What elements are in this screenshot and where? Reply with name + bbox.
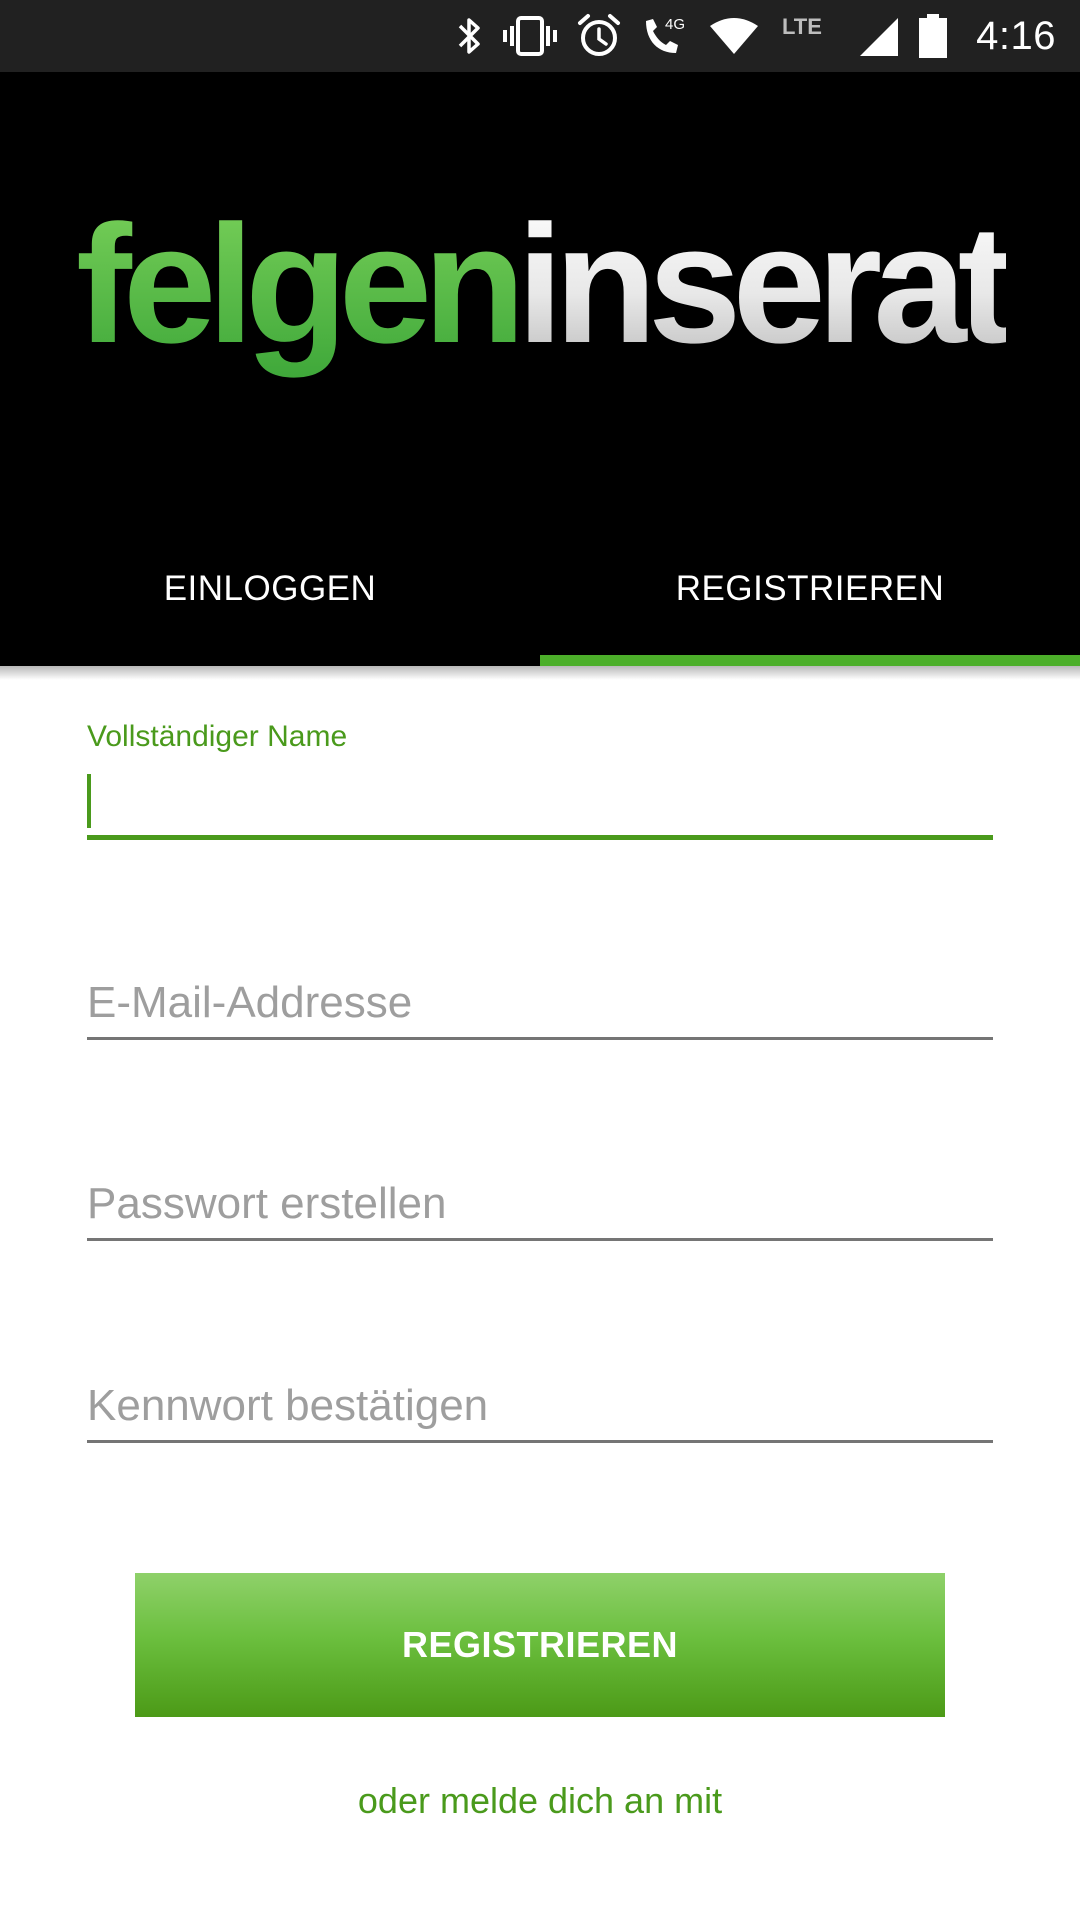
- full-name-field: Vollständiger Name: [87, 720, 993, 840]
- app-header: felgeninserate EINLOGGEN REGISTRIEREN: [0, 72, 1080, 666]
- call-badge: 4G: [665, 16, 685, 33]
- vibrate-icon: [502, 0, 558, 72]
- svg-text:felgeninserate: felgeninserate: [76, 202, 1006, 378]
- confirm-password-field: [87, 1373, 993, 1445]
- alt-login-text: oder melde dich an mit: [357, 1780, 723, 1821]
- status-icons: 4G LTE: [436, 0, 948, 72]
- battery-icon: [918, 0, 948, 72]
- text-caret: [87, 774, 91, 828]
- volte-call-icon: 4G: [640, 0, 690, 72]
- email-underline: [87, 1037, 993, 1040]
- full-name-underline: [87, 835, 993, 840]
- network-badge: LTE: [782, 14, 822, 39]
- tab-einloggen-label: EINLOGGEN: [163, 569, 377, 608]
- password-underline: [87, 1238, 993, 1241]
- logo-part-felgen: felgen: [76, 202, 517, 378]
- wifi-icon: [708, 0, 760, 72]
- tab-einloggen[interactable]: EINLOGGEN: [0, 522, 540, 666]
- email-input[interactable]: [87, 970, 993, 1036]
- cell-signal-icon: [856, 0, 900, 72]
- confirm-password-input[interactable]: [87, 1373, 993, 1439]
- tab-registrieren[interactable]: REGISTRIEREN: [540, 522, 1080, 666]
- password-field: [87, 1171, 993, 1243]
- full-name-label: Vollständiger Name: [87, 720, 348, 753]
- header-shadow: [0, 666, 1080, 680]
- app-logo: felgeninserate: [76, 202, 1006, 378]
- status-bar: 4G LTE 4:16: [0, 0, 1080, 72]
- password-input[interactable]: [87, 1171, 993, 1237]
- full-name-input[interactable]: [87, 770, 993, 834]
- email-field: [87, 970, 993, 1042]
- status-time: 4:16: [976, 13, 1056, 58]
- tab-registrieren-label: REGISTRIEREN: [675, 569, 945, 608]
- logo-part-inserate: inserate: [517, 202, 1006, 378]
- auth-tabs: EINLOGGEN REGISTRIEREN: [0, 522, 1080, 666]
- register-button[interactable]: REGISTRIEREN: [135, 1573, 945, 1717]
- alarm-icon: [576, 0, 622, 72]
- confirm-password-underline: [87, 1440, 993, 1443]
- bluetooth-icon: [454, 0, 484, 72]
- register-button-label: REGISTRIEREN: [401, 1624, 679, 1665]
- tab-selected-indicator: [540, 655, 1080, 666]
- lte-icon: LTE: [778, 0, 838, 72]
